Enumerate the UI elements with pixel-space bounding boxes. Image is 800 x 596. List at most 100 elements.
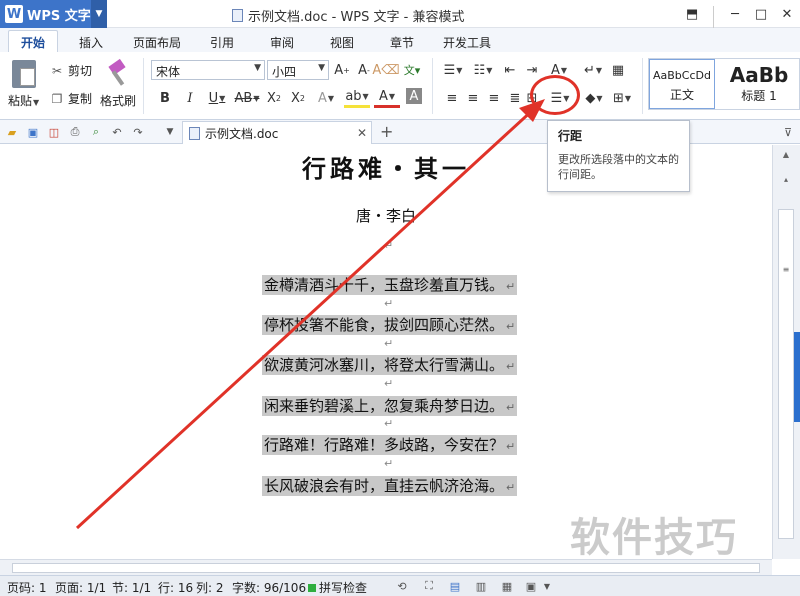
brush-icon xyxy=(106,60,130,88)
tooltip-title: 行距 xyxy=(558,129,583,143)
scissors-icon: ✂ xyxy=(51,63,63,78)
decrease-indent-button[interactable]: ⇤ xyxy=(500,60,520,80)
poem-line: 长风破浪会有时，直挂云帆济沧海。 ↵ xyxy=(262,476,518,496)
print-preview-icon[interactable]: ⌕ xyxy=(89,125,103,139)
tab-home[interactable]: 开始 xyxy=(8,30,59,52)
line-spacing-tooltip: 行距 更改所选段落中的文本的行间距。 xyxy=(547,120,690,192)
increase-indent-button[interactable]: ⇥ xyxy=(522,60,542,80)
minimize-button[interactable]: ─ xyxy=(722,0,748,28)
redo-icon[interactable]: ↷ xyxy=(131,125,145,139)
font-size-value: 小四 xyxy=(272,65,297,79)
undo-icon[interactable]: ↶ xyxy=(110,125,124,139)
app-name: WPS 文字 xyxy=(27,8,91,24)
paste-button[interactable]: 粘贴▼ xyxy=(8,52,39,109)
divider xyxy=(143,58,144,114)
char-shading-button[interactable]: A xyxy=(406,88,422,104)
highlight-circle xyxy=(530,75,580,115)
styles-gallery: AaBbCcDd 正文 AaBb 标题 1 xyxy=(648,58,800,110)
close-button[interactable]: ✕ xyxy=(774,0,800,28)
page-view-icon[interactable]: ▤ xyxy=(448,579,462,593)
app-menu-dropdown-icon[interactable]: ▼ xyxy=(91,0,107,28)
font-color-button[interactable]: A ▼ xyxy=(374,88,400,108)
status-word-count[interactable]: 字数: 96/106 xyxy=(232,579,306,596)
font-name-select[interactable]: 宋体 ▼ xyxy=(151,60,265,80)
align-center-button[interactable]: ≡ xyxy=(463,88,483,108)
close-tab-icon[interactable]: ✕ xyxy=(357,126,367,140)
wps-logo-icon: W xyxy=(5,5,23,23)
tab-review[interactable]: 审阅 xyxy=(270,34,294,51)
font-size-select[interactable]: 小四 ▼ xyxy=(267,60,329,80)
maximize-button[interactable]: □ xyxy=(748,0,774,28)
strikethrough-button[interactable]: AB ▼ xyxy=(232,88,262,108)
scroll-top-icon[interactable]: ▴ xyxy=(779,173,793,185)
document-tab[interactable]: 示例文档.doc ✕ xyxy=(182,121,372,144)
superscript-button[interactable]: X2 xyxy=(264,88,284,108)
paragraph-shading-button[interactable]: ◆ ▼ xyxy=(582,88,606,108)
ribbon-toggle-icon[interactable]: ⊽ xyxy=(781,125,795,139)
style-sample: AaBb xyxy=(729,63,789,87)
scrollbar-thumb[interactable] xyxy=(778,209,794,539)
status-section: 节: 1/1 xyxy=(112,581,152,595)
numbering-button[interactable]: ☷ ▼ xyxy=(470,60,496,80)
bullets-button[interactable]: ☰ ▼ xyxy=(440,60,466,80)
pinyin-guide-button[interactable]: 文▾ xyxy=(402,60,422,80)
subscript-button[interactable]: X2 xyxy=(288,88,308,108)
cut-button[interactable]: ✂ 剪切 xyxy=(50,62,92,79)
spell-check-button[interactable]: 拼写检查 xyxy=(308,579,367,596)
tab-references[interactable]: 引用 xyxy=(210,34,234,51)
cut-label: 剪切 xyxy=(68,64,93,78)
show-hide-marks-button[interactable]: ↵ ▼ xyxy=(582,60,604,80)
text-effect-icon[interactable]: A ▼ xyxy=(316,88,336,108)
clear-format-icon[interactable]: A⌫ xyxy=(372,60,399,80)
style-heading-1[interactable]: AaBb 标题 1 xyxy=(717,59,799,109)
tooltip-description: 更改所选段落中的文本的行间距。 xyxy=(558,153,679,181)
tab-page-layout[interactable]: 页面布局 xyxy=(133,34,181,51)
save-icon[interactable]: ▣ xyxy=(26,125,40,139)
view-dropdown-icon[interactable]: ▼ xyxy=(540,579,554,593)
tab-chapter[interactable]: 章节 xyxy=(390,34,414,51)
history-icon[interactable]: ⟲ xyxy=(395,579,409,593)
copy-icon: ❐ xyxy=(51,91,63,106)
open-folder-icon[interactable]: ▰ xyxy=(5,125,19,139)
title-bar: W WPS 文字 ▼ 示例文档.doc - WPS 文字 - 兼容模式 ⬒ ─ … xyxy=(0,0,800,34)
tab-view[interactable]: 视图 xyxy=(330,34,354,51)
bold-button[interactable]: B xyxy=(155,88,175,108)
export-pdf-icon[interactable]: ◫ xyxy=(47,125,61,139)
new-tab-button[interactable]: + xyxy=(380,122,393,141)
scrollbar-thumb[interactable] xyxy=(12,563,760,573)
grow-font-button[interactable]: A + xyxy=(332,60,352,80)
customize-dropdown-icon[interactable]: ▼ xyxy=(163,125,177,139)
restore-layout-icon[interactable]: ⬒ xyxy=(679,0,705,28)
tab-insert[interactable]: 插入 xyxy=(79,34,103,51)
align-right-button[interactable]: ≡ xyxy=(484,88,504,108)
borders-button[interactable]: ⊞ ▼ xyxy=(610,88,634,108)
style-name: 标题 1 xyxy=(741,89,777,103)
highlight-color-button[interactable]: ab ▼ xyxy=(344,88,370,108)
print-icon[interactable]: ⎙ xyxy=(68,125,82,139)
side-panel-handle[interactable] xyxy=(794,332,800,422)
italic-button[interactable]: I xyxy=(180,88,200,108)
chevron-down-icon: ▼ xyxy=(318,63,325,73)
style-normal[interactable]: AaBbCcDd 正文 xyxy=(649,59,715,109)
underline-button[interactable]: U ▼ xyxy=(203,88,231,108)
document-canvas[interactable]: 行路难・其一 唐・李白 ↵ 金樽清酒斗十千，玉盘珍羞直万钱。 ↵ ↵ 停杯投箸不能… xyxy=(0,145,772,559)
outline-view-icon[interactable]: ▥ xyxy=(474,579,488,593)
copy-button[interactable]: ❐ 复制 xyxy=(50,90,92,107)
paragraph-mark: ↵ xyxy=(384,377,394,390)
style-name: 正文 xyxy=(669,88,694,102)
scroll-up-icon[interactable]: ▲ xyxy=(779,148,793,160)
shrink-font-button[interactable]: A- xyxy=(354,60,374,80)
align-left-button[interactable]: ≡ xyxy=(442,88,462,108)
format-painter-button[interactable]: 格式刷 xyxy=(100,52,136,109)
tab-developer[interactable]: 开发工具 xyxy=(443,34,491,51)
web-view-icon[interactable]: ▦ xyxy=(500,579,514,593)
status-col: 列: 2 xyxy=(196,581,224,595)
app-menu-button[interactable]: W WPS 文字 ▼ xyxy=(0,0,107,28)
paste-icon xyxy=(11,60,36,88)
chevron-down-icon: ▼ xyxy=(254,63,261,73)
table-icon[interactable]: ▦ xyxy=(608,60,628,80)
window-title-text: 示例文档.doc - WPS 文字 - 兼容模式 xyxy=(248,10,465,25)
fullscreen-icon[interactable]: ⛶ xyxy=(422,579,436,593)
watermark: 软件技巧 xyxy=(570,515,738,561)
reading-view-icon[interactable]: ▣ xyxy=(524,579,538,593)
